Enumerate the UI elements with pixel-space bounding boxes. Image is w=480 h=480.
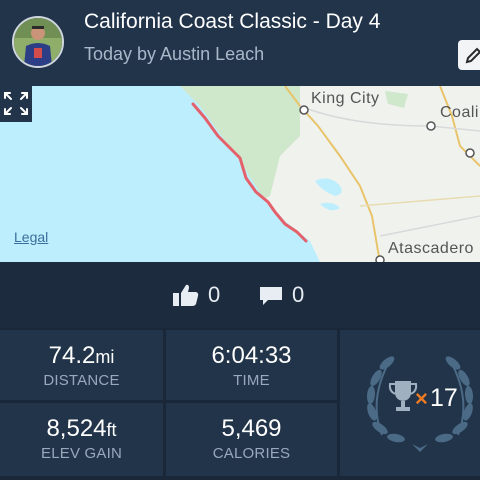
achievement-count: 17 [430, 384, 458, 412]
elevation-value: 8,524 [46, 415, 107, 442]
stat-distance: 74.2mi DISTANCE [0, 330, 163, 400]
avatar[interactable] [12, 16, 64, 68]
route-map[interactable]: King City Coali Atascadero [0, 86, 480, 262]
elevation-label: ELEV GAIN [41, 445, 122, 462]
stat-calories: 5,469 CALORIES [166, 403, 337, 476]
distance-value: 74.2 [48, 342, 96, 369]
distance-label: DISTANCE [43, 372, 120, 389]
elevation-unit: ft [106, 420, 117, 440]
achievement-multiplier: × [415, 386, 428, 411]
map-label-coalinga: Coali [440, 104, 479, 121]
expand-icon [4, 92, 28, 115]
map-label-king-city: King City [311, 90, 380, 107]
social-bar [0, 262, 480, 328]
time-value: 6:04:33 [211, 342, 292, 369]
distance-unit: mi [95, 347, 115, 367]
thumbs-up-icon[interactable] [172, 283, 200, 307]
activity-title: California Coast Classic - Day 4 [84, 10, 381, 33]
calories-label: CALORIES [212, 445, 291, 462]
edit-icon [465, 47, 480, 64]
legal-link[interactable]: Legal [14, 229, 48, 245]
map-label-atascadero: Atascadero [388, 240, 474, 257]
stat-elevation: 8,524ft ELEV GAIN [0, 403, 163, 476]
achievements-cell[interactable] [340, 330, 480, 476]
activity-subtitle: Today by Austin Leach [84, 44, 265, 64]
time-label: TIME [233, 372, 270, 389]
expand-map-button[interactable] [0, 86, 32, 122]
comment-icon[interactable] [258, 285, 284, 307]
kudos-count[interactable]: 0 [208, 282, 220, 308]
stats-panel: 74.2mi DISTANCE 6:04:33 TIME 8,524ft ELE… [0, 328, 480, 480]
activity-header: California Coast Classic - Day 4 Today b… [0, 0, 480, 86]
stat-time: 6:04:33 TIME [166, 330, 337, 400]
edit-button[interactable] [458, 40, 480, 70]
calories-value: 5,469 [221, 415, 282, 442]
comment-count[interactable]: 0 [292, 282, 304, 308]
